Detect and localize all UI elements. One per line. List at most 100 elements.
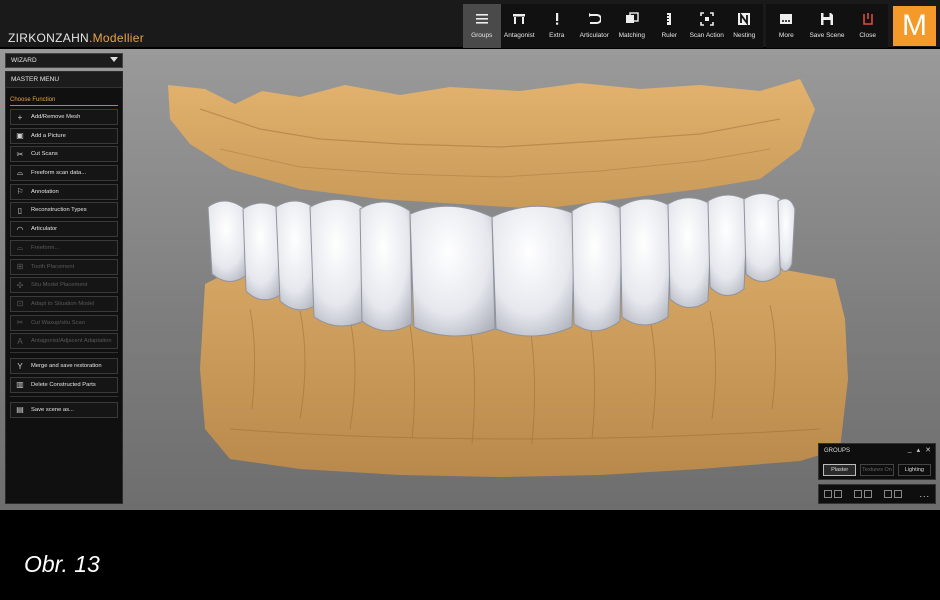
dental-model-scene [168, 79, 848, 477]
toolbar-scan-action-label: Scan Action [689, 32, 724, 39]
view-layout-strip: ... [818, 484, 936, 504]
adapt-icon: ⊡ [16, 299, 24, 309]
lighting-button[interactable]: Lighting [897, 464, 931, 476]
scan-action-icon [698, 10, 716, 28]
ruler-icon [660, 10, 678, 28]
articulator-icon: ◠ [16, 224, 24, 234]
menu-antagonist-adaptation[interactable]: A Antagonist/Adjacent Adaptation [10, 333, 118, 350]
section-divider [10, 105, 118, 106]
toolbar-more-label: More [778, 32, 794, 39]
toolbar-more-button[interactable]: More [766, 4, 807, 48]
merge-icon: Y [17, 361, 23, 371]
trash-icon: ▥ [16, 380, 24, 390]
letter-a-icon: A [17, 336, 23, 346]
save-scene-icon: ▤ [16, 405, 24, 415]
toolbar-groups-button[interactable]: Groups [463, 4, 501, 48]
toolbar-nesting-label: Nesting [733, 32, 756, 39]
toolbar-close-button[interactable]: Close [847, 4, 888, 48]
annotation-icon: ⚐ [16, 187, 24, 197]
articulator-icon [585, 10, 603, 28]
brand-product: .Modellier [89, 31, 145, 45]
groups-header: GROUPS _ ▴ ✕ [819, 444, 935, 458]
view-quad-icon[interactable] [894, 490, 902, 498]
toolbar-save-scene-label: Save Scene [809, 32, 845, 39]
groups-title: GROUPS [824, 448, 851, 454]
toolbar-articulator-label: Articulator [579, 32, 609, 39]
groups-panel: GROUPS _ ▴ ✕ Plaster Textures On Lightin… [818, 443, 936, 480]
wizard-label: WIZARD [11, 57, 37, 64]
app-brand: ZIRKONZAHN.Modellier [8, 31, 144, 45]
toolbar-ruler-button[interactable]: Ruler [651, 4, 689, 48]
menu-save-scene-as[interactable]: ▤ Save scene as... [10, 401, 118, 418]
menu-cut-scans[interactable]: ✂ Cut Scans [10, 146, 118, 163]
toolbar-articulator-button[interactable]: Articulator [576, 4, 614, 48]
chevron-down-icon [110, 57, 118, 62]
plus-icon: + [17, 112, 23, 122]
menu-annotation[interactable]: ⚐ Annotation [10, 183, 118, 200]
menu-freeform[interactable]: ⌓ Freeform... [10, 239, 118, 256]
menu-delete-constructed-parts[interactable]: ▥ Delete Constructed Parts [10, 376, 118, 393]
figure-caption: Obr. 13 [24, 551, 100, 577]
toolbar-extra-button[interactable]: Extra [538, 4, 576, 48]
menu-add-picture[interactable]: ▣ Add a Picture [10, 127, 118, 144]
title-bar: ZIRKONZAHN.Modellier Groups Antagonist E… [0, 0, 940, 48]
view-single-icon[interactable] [824, 490, 832, 498]
choose-function-heading: Choose Function [10, 97, 56, 103]
3d-viewport[interactable] [0, 49, 940, 510]
power-icon [859, 10, 877, 28]
menu-merge-save-restoration[interactable]: Y Merge and save restoration [10, 358, 118, 375]
toolbar-antagonist-button[interactable]: Antagonist [501, 4, 539, 48]
wizard-dropdown[interactable]: WIZARD [5, 53, 123, 68]
minimize-icon[interactable]: _ [908, 446, 912, 454]
more-icon [777, 10, 795, 28]
more-options-icon[interactable]: ... [919, 489, 930, 499]
tooth-placement-icon: ⊞ [16, 262, 24, 271]
list-icon [473, 10, 491, 28]
menu-reconstruction-types[interactable]: ▯ Reconstruction Types [10, 202, 118, 219]
menu-situ-model-placement[interactable]: ✣ Situ Model Placement [10, 277, 118, 294]
menu-freeform-scan-data[interactable]: ⌓ Freeform scan data... [10, 165, 118, 182]
toolbar-antagonist-label: Antagonist [503, 32, 535, 39]
scissors-icon: ✂ [16, 318, 24, 328]
master-menu-title: MASTER MENU [6, 72, 122, 88]
view-single-icon[interactable] [834, 490, 842, 498]
toolbar-groups-label: Groups [471, 32, 493, 39]
view-split-icon[interactable] [854, 490, 862, 498]
menu-add-remove-mesh[interactable]: + Add/Remove Mesh [10, 109, 118, 125]
toolbar-save-scene-button[interactable]: Save Scene [807, 4, 848, 48]
toolbar-nesting-button[interactable]: Nesting [726, 4, 764, 48]
freeform-icon: ⌓ [16, 242, 24, 252]
toolbar-close-label: Close [859, 32, 876, 39]
menu-tooth-placement[interactable]: ⊞ Tooth Placement [10, 258, 118, 275]
matching-icon [623, 10, 641, 28]
toolbar-extra-label: Extra [549, 32, 565, 39]
save-icon [818, 10, 836, 28]
toolbar-matching-button[interactable]: Matching [613, 4, 651, 48]
toolbar-scan-action-button[interactable]: Scan Action [688, 4, 726, 48]
close-icon[interactable]: ✕ [925, 446, 931, 454]
toolbar-ruler-label: Ruler [661, 32, 678, 39]
toolbar-matching-label: Matching [618, 32, 645, 39]
freeform-scan-icon: ⌓ [16, 168, 24, 178]
picture-icon: ▣ [16, 131, 24, 141]
reconstruction-icon: ▯ [17, 205, 23, 215]
menu-adapt-situation-model[interactable]: ⊡ Adapt to Situation Model [10, 295, 118, 312]
view-quad-icon[interactable] [884, 490, 892, 498]
scissors-icon: ✂ [16, 149, 24, 159]
menu-cut-waxup-scan[interactable]: ✂ Cut Waxup/situ Scan [10, 314, 118, 331]
menu-divider [10, 395, 118, 397]
groups-window-controls: _ ▴ ✕ [908, 446, 931, 454]
plaster-button[interactable]: Plaster [823, 464, 857, 476]
menu-articulator[interactable]: ◠ Articulator [10, 221, 118, 238]
collapse-icon[interactable]: ▴ [917, 446, 921, 454]
view-split-icon[interactable] [864, 490, 872, 498]
textures-on-button[interactable]: Textures On [860, 464, 894, 476]
nesting-icon [735, 10, 753, 28]
upper-plaster-model [168, 79, 815, 209]
situ-placement-icon: ✣ [16, 280, 24, 290]
main-toolbar: Groups Antagonist Extra Articulator Matc… [463, 4, 763, 48]
master-menu-panel: MASTER MENU Choose Function + Add/Remove … [5, 71, 123, 504]
m-logo: M [893, 6, 936, 46]
groups-buttons: Plaster Textures On Lighting [819, 458, 935, 476]
brand-name: ZIRKONZAHN [8, 31, 89, 45]
